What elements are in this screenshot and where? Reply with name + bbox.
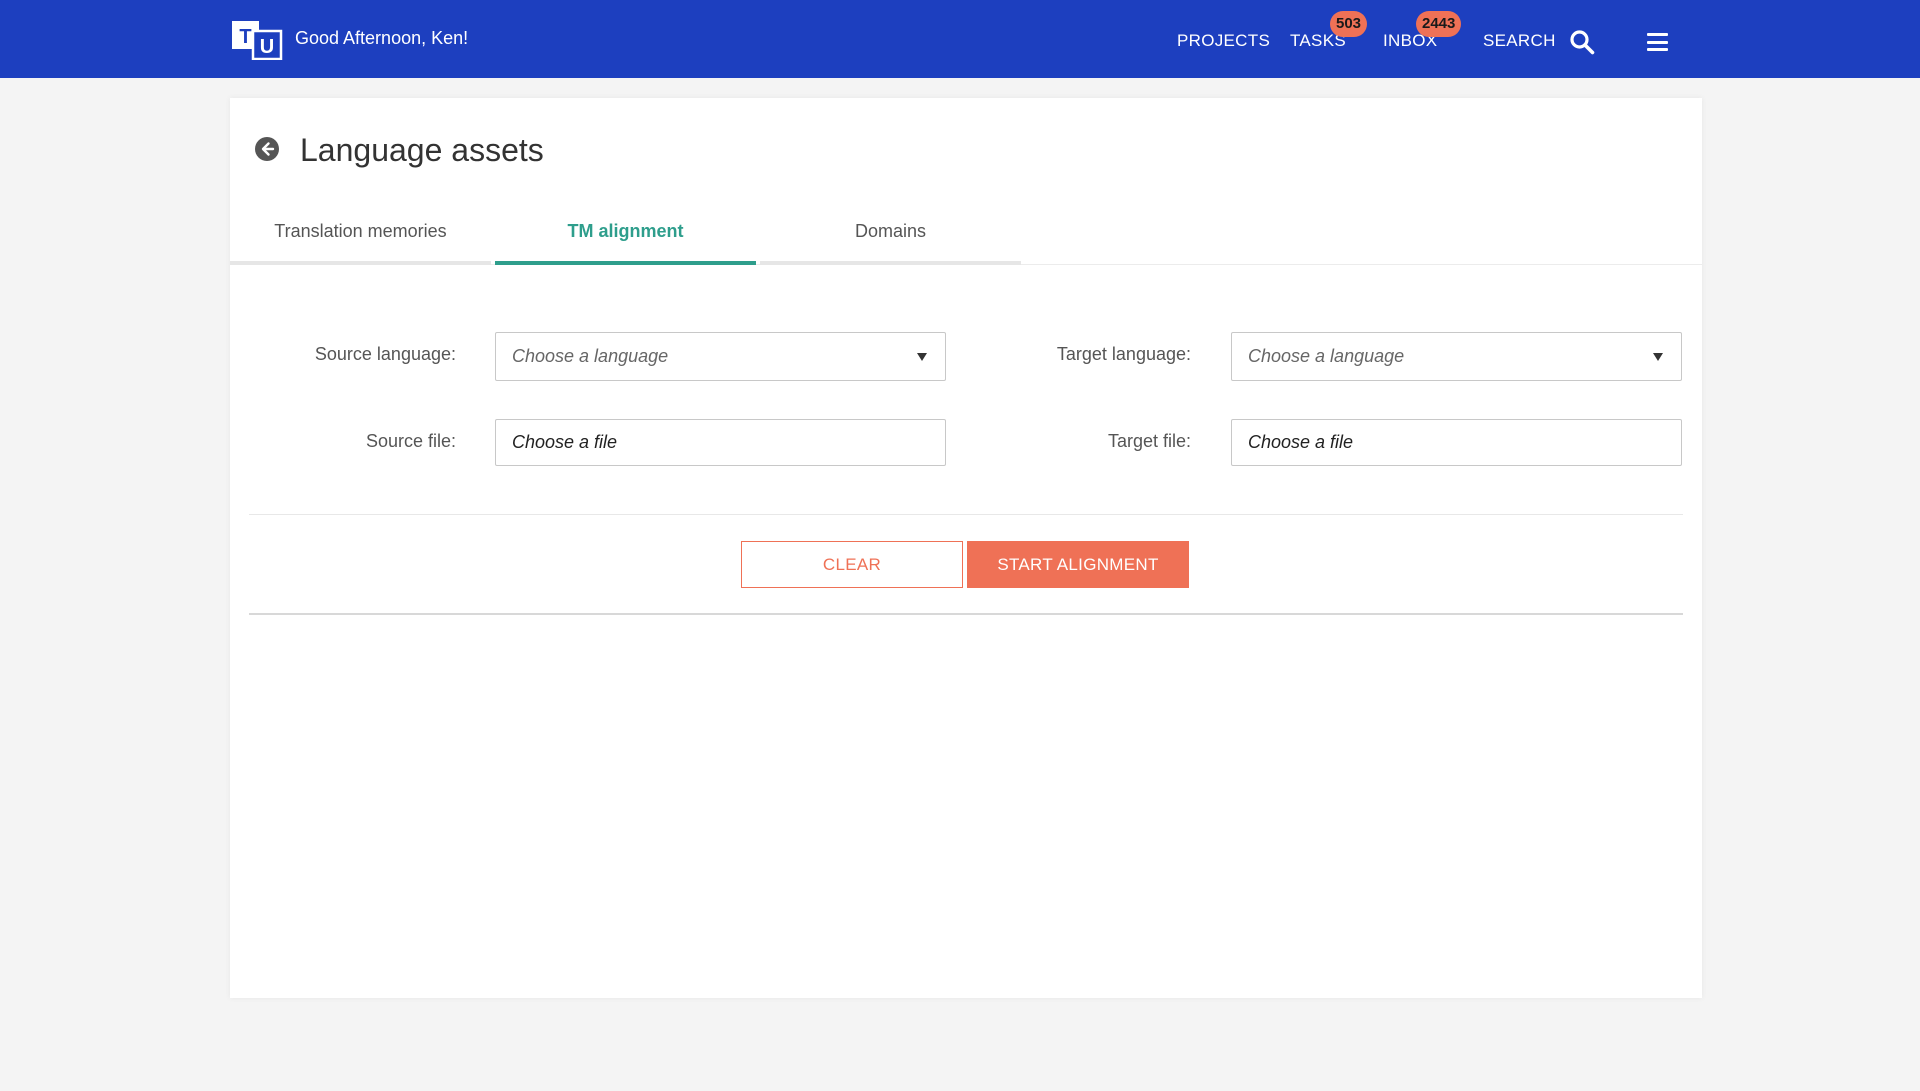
chevron-down-icon [1653, 353, 1663, 361]
svg-text:T: T [239, 26, 251, 48]
search-icon[interactable] [1569, 29, 1595, 55]
language-assets-panel: Language assets Translation memories TM … [230, 98, 1702, 998]
logo-icon[interactable]: T U [231, 20, 283, 60]
menu-icon[interactable] [1647, 33, 1668, 51]
nav-projects[interactable]: PROJECTS [1177, 31, 1270, 51]
greeting-text: Good Afternoon, Ken! [295, 28, 469, 48]
inbox-count-badge: 2443 [1416, 11, 1462, 37]
tab-tm-alignment[interactable]: TM alignment [495, 213, 756, 265]
tab-domains[interactable]: Domains [760, 213, 1021, 265]
back-arrow-icon[interactable] [255, 137, 279, 161]
source-file-input[interactable]: Choose a file [495, 419, 946, 466]
start-alignment-button[interactable]: START ALIGNMENT [967, 541, 1189, 588]
nav-search[interactable]: SEARCH [1483, 31, 1556, 51]
target-language-label: Target language: [1056, 344, 1191, 364]
tab-translation-memories[interactable]: Translation memories [230, 213, 491, 265]
target-file-label: Target file: [1107, 431, 1191, 451]
form-divider [249, 514, 1683, 515]
svg-text:U: U [260, 36, 274, 58]
clear-button[interactable]: CLEAR [741, 541, 963, 588]
top-navigation-bar: T U Good Afternoon, Ken! PROJECTS TASKS … [0, 0, 1920, 78]
target-language-select[interactable]: Choose a language [1231, 332, 1682, 381]
tasks-count-badge: 503 [1330, 11, 1368, 37]
target-file-placeholder: Choose a file [1248, 432, 1354, 452]
target-language-placeholder: Choose a language [1248, 346, 1405, 366]
page-title: Language assets [300, 132, 544, 168]
chevron-down-icon [917, 353, 927, 361]
source-language-label: Source language: [314, 344, 456, 364]
source-file-placeholder: Choose a file [512, 432, 618, 452]
source-file-label: Source file: [365, 431, 456, 451]
source-language-select[interactable]: Choose a language [495, 332, 946, 381]
target-file-input[interactable]: Choose a file [1231, 419, 1682, 466]
results-divider [249, 613, 1683, 615]
source-language-placeholder: Choose a language [512, 346, 669, 366]
tab-bar: Translation memories TM alignment Domain… [230, 213, 1702, 265]
